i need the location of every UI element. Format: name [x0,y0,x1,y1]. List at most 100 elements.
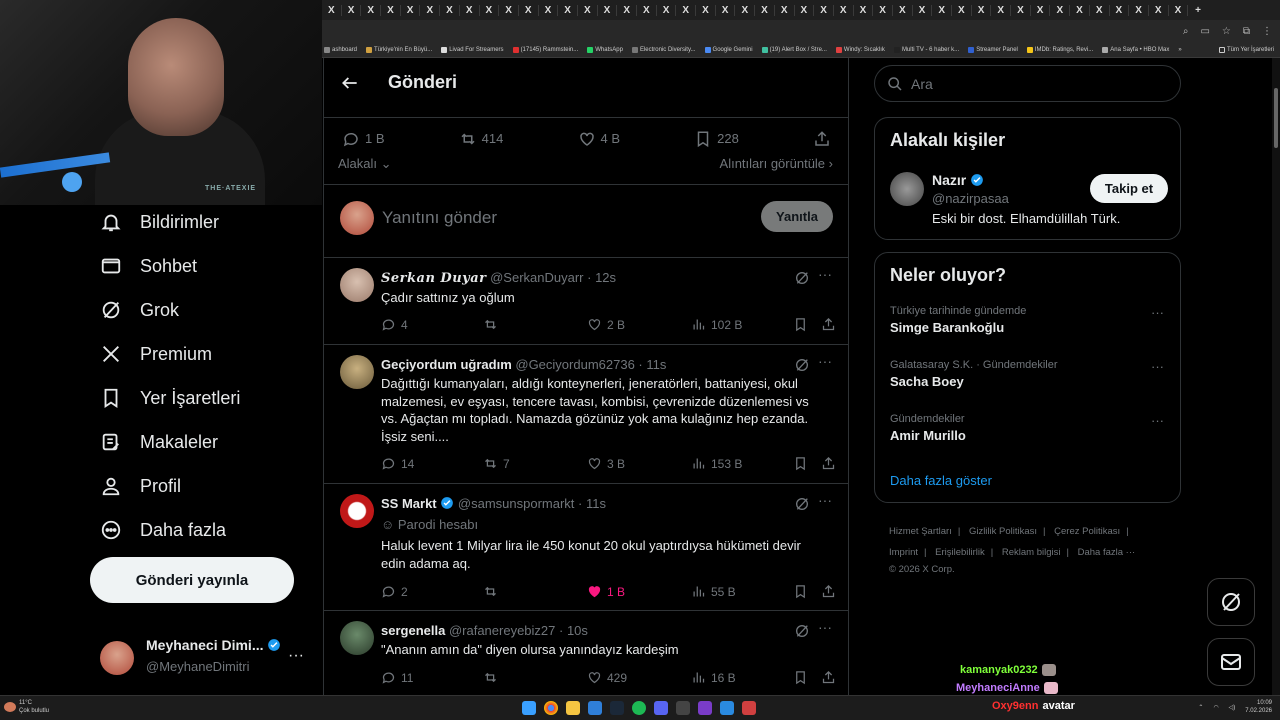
nav-grok[interactable]: Grok [100,299,179,321]
browser-tab[interactable]: X [1129,4,1149,16]
repost-count-button[interactable]: 414 [459,130,503,148]
views-button[interactable]: 153 B [691,456,742,471]
repost-button[interactable] [483,670,503,685]
browser-tab[interactable]: X [952,4,972,16]
view-quotes-link[interactable]: Alıntıları görüntüle › [720,156,833,184]
browser-tab[interactable]: X [440,4,460,16]
bookmark-item[interactable]: Türkiye'nin En Büyü... [366,46,432,53]
bookmark-item[interactable]: Windy: Sıcaklık [835,46,885,53]
reply-button[interactable]: 2 [381,584,408,599]
reply-count-button[interactable]: 1 B [342,130,385,148]
trend-item[interactable]: Galatasaray S.K. · Gündemdekiler Sacha B… [890,359,1170,389]
grok-icon[interactable] [794,623,810,639]
display-name[interactable]: SS Markt [381,496,437,511]
browser-tab[interactable]: X [696,4,716,16]
browser-tab[interactable]: X [814,4,834,16]
display-name[interactable]: Serkan Duyar [381,271,486,286]
steam-icon[interactable] [610,701,624,715]
browser-tab[interactable]: X [913,4,933,16]
browser-tab[interactable]: X [480,4,500,16]
browser-tab[interactable]: X [893,4,913,16]
follow-button[interactable]: Takip et [1090,174,1168,203]
like-count-button[interactable]: 4 B [578,130,620,148]
views-button[interactable]: 16 B [691,670,736,685]
bookmarks-overflow[interactable]: » [1178,47,1181,53]
footer-link[interactable]: Reklam bilgisi [1002,547,1061,558]
nav-articles[interactable]: Makaleler [100,431,218,453]
network-icon[interactable]: ◠ [1213,704,1218,711]
browser-tab[interactable]: X [361,4,382,16]
footer-link[interactable]: Imprint [889,547,918,558]
timestamp[interactable]: 11s [586,496,606,511]
app-icon[interactable] [698,701,712,715]
reply-tweet[interactable]: Geçiyordum uğradım @Geciyordum62736 · 11… [324,345,848,484]
tray-chevron-icon[interactable]: ⌃ [1198,704,1203,711]
browser-tab[interactable]: X [558,4,578,16]
footer-link[interactable]: Gizlilik Politikası [969,526,1037,537]
app-icon[interactable] [588,701,602,715]
browser-tab[interactable]: X [755,4,775,16]
handle[interactable]: @Geciyordum62736 [515,357,634,372]
more-icon[interactable]: ··· [818,492,832,508]
grok-icon[interactable] [794,270,810,286]
volume-icon[interactable]: ◁) [1229,704,1236,711]
footer-link[interactable]: Hizmet Şartları [889,526,952,537]
bookmark-item[interactable]: Google Gemini [704,46,753,53]
browser-tab[interactable]: X [519,4,539,16]
browser-tab[interactable]: X [539,4,559,16]
like-button-active[interactable]: 1 B [587,584,625,599]
handle[interactable]: @samsunspormarkt [458,496,575,511]
browser-tab[interactable]: X [657,4,677,16]
discord-icon[interactable] [654,701,668,715]
reply-button[interactable]: Yanıtla [761,201,833,232]
browser-tab[interactable]: X [1031,4,1051,16]
avatar[interactable] [340,268,374,302]
bookmark-item[interactable]: Electronic Diversity... [631,46,696,53]
trend-item[interactable]: Gündemdekiler Amir Murillo ··· [890,413,1170,443]
browser-tab[interactable]: X [460,4,480,16]
browser-tab[interactable]: X [637,4,657,16]
bookmark-button[interactable] [793,584,808,599]
more-icon[interactable]: ··· [818,353,832,369]
browser-tab[interactable]: X [1149,4,1169,16]
share-icon[interactable]: ▭ [1200,26,1209,37]
views-button[interactable]: 55 B [691,584,736,599]
related-person-name[interactable]: Nazır [932,172,984,188]
weather-widget[interactable]: 11°C Çok bulutlu [4,699,49,715]
share-button[interactable] [821,456,836,471]
clock[interactable]: 10:09 7.02.2026 [1245,699,1272,715]
footer-link[interactable]: Daha fazla ··· [1078,547,1136,558]
browser-tab[interactable]: X [1070,4,1090,16]
nav-bookmarks[interactable]: Yer İşaretleri [100,387,240,409]
app-icon[interactable] [742,701,756,715]
share-button[interactable] [821,584,836,599]
reply-tweet[interactable]: sergenella @rafanereyebiz27 · 10s ··· "A… [324,611,848,695]
reply-tweet[interactable]: Serkan Duyar @SerkanDuyarr · 12s ··· Çad… [324,258,848,345]
avatar[interactable] [340,494,374,528]
bookmark-item[interactable]: Ana Sayfa • HBO Max [1102,46,1169,53]
zoom-icon[interactable]: ⌕ [1183,26,1189,37]
browser-tab[interactable]: X [1110,4,1130,16]
file-explorer-icon[interactable] [566,701,580,715]
more-icon[interactable]: ··· [1151,413,1164,428]
account-more-icon[interactable]: ··· [288,647,304,665]
search-input[interactable]: Ara [874,65,1181,102]
like-button[interactable]: 2 B [587,317,625,332]
display-name[interactable]: Geçiyordum uğradım [381,357,512,372]
timestamp[interactable]: 10s [567,623,588,638]
new-tab-button[interactable]: + [1188,5,1208,16]
browser-tab[interactable]: X [1011,4,1031,16]
bookmark-button[interactable] [793,317,808,332]
back-arrow-icon[interactable] [340,73,360,93]
share-button[interactable] [821,317,836,332]
browser-tab[interactable]: X [499,4,519,16]
extensions-icon[interactable]: ⧉ [1243,26,1250,37]
bookmark-button[interactable] [793,456,808,471]
show-more-link[interactable]: Daha fazla göster [890,473,992,488]
bookmark-item[interactable]: Livad For Streamers [441,46,504,53]
page-scrollbar[interactable] [1272,58,1280,695]
avatar[interactable] [890,172,924,206]
browser-tab[interactable]: X [991,4,1012,16]
grok-icon[interactable] [794,496,810,512]
browser-tab[interactable]: X [795,4,815,16]
